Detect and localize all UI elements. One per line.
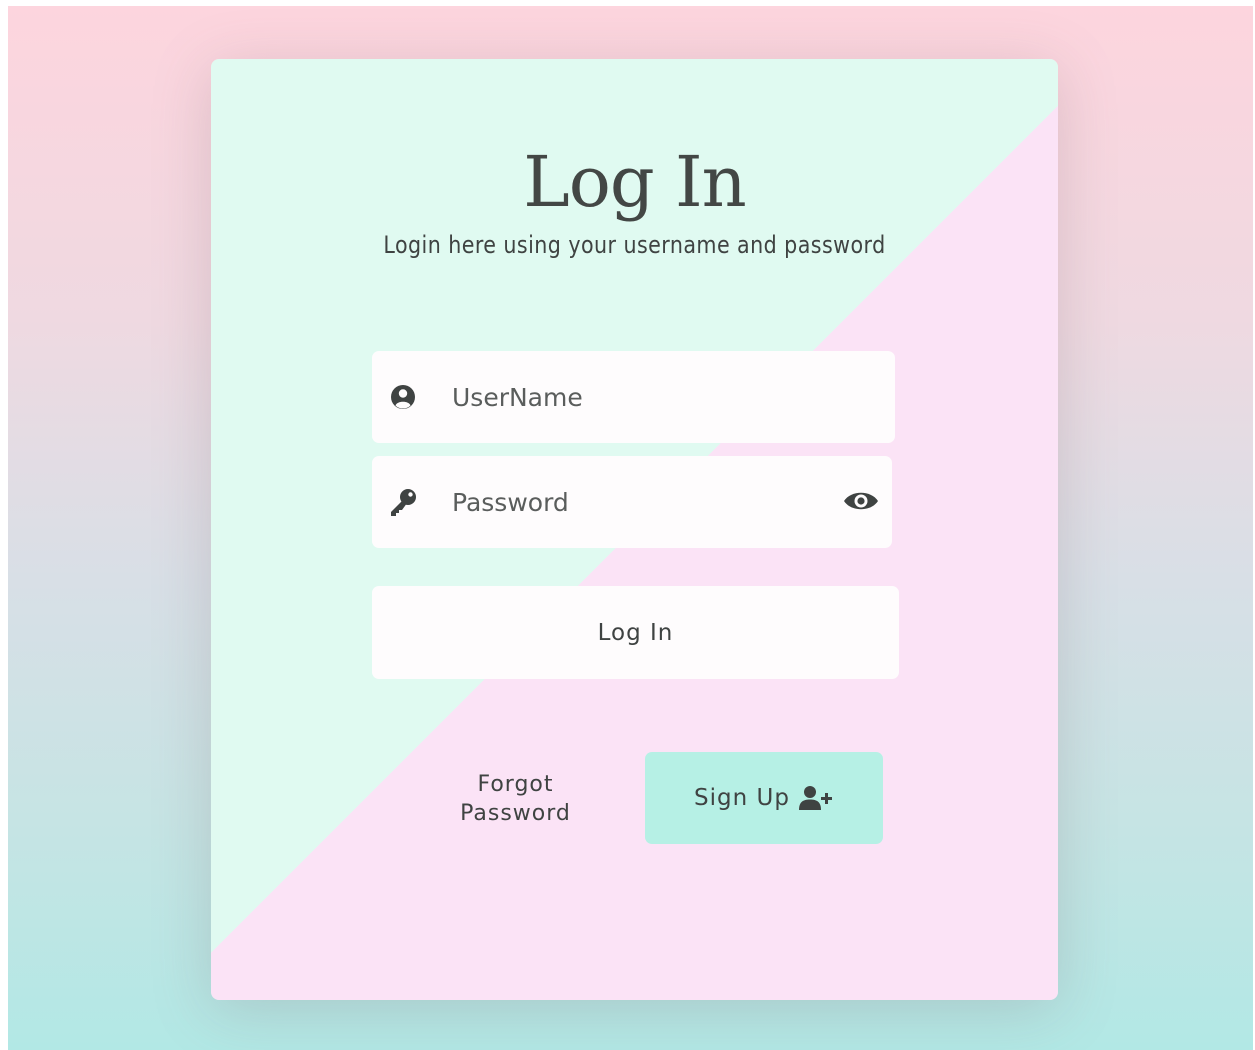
- login-card: Log In Login here using your username an…: [211, 59, 1058, 1000]
- username-input[interactable]: [452, 373, 832, 421]
- forgot-password-link[interactable]: Forgot Password: [443, 770, 588, 828]
- page-background: Log In Login here using your username an…: [8, 6, 1253, 1050]
- forgot-password-line-1: Forgot: [477, 772, 554, 797]
- page-subtitle: Login here using your username and passw…: [383, 231, 886, 259]
- forgot-password-line-2: Password: [460, 801, 571, 826]
- user-circle-icon: [391, 385, 415, 409]
- eye-icon[interactable]: [842, 486, 880, 516]
- key-icon: [391, 489, 416, 516]
- password-field[interactable]: [372, 456, 892, 548]
- password-input[interactable]: [452, 478, 832, 526]
- page-title: Log In: [523, 141, 746, 223]
- signup-button[interactable]: Sign Up: [645, 752, 883, 844]
- username-field[interactable]: [372, 351, 895, 443]
- signup-button-label: Sign Up: [694, 785, 790, 811]
- login-button[interactable]: Log In: [372, 586, 899, 679]
- user-plus-icon: [798, 786, 832, 810]
